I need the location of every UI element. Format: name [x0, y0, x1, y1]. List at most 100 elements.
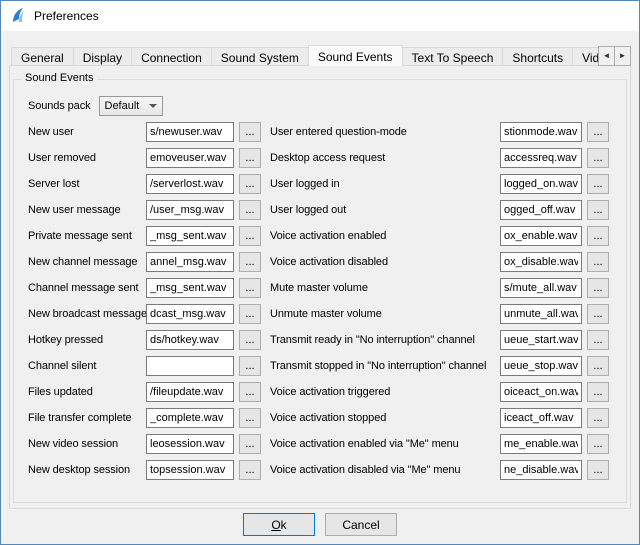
browse-button[interactable]: ...: [239, 200, 261, 220]
cancel-button[interactable]: Cancel: [325, 513, 397, 536]
browse-button[interactable]: ...: [587, 148, 609, 168]
sound-event-row: File transfer complete ... Voice activat…: [28, 408, 612, 428]
sound-file-input[interactable]: [146, 278, 234, 298]
tab-bar: GeneralDisplayConnectionSound SystemSoun…: [9, 45, 631, 66]
browse-button[interactable]: ...: [239, 252, 261, 272]
sound-file-input[interactable]: [500, 278, 582, 298]
sound-event-row: New video session ... Voice activation e…: [28, 434, 612, 454]
sound-event-row: New desktop session ... Voice activation…: [28, 460, 612, 480]
browse-button[interactable]: ...: [239, 382, 261, 402]
tab-scroll-right-button[interactable]: ►: [614, 46, 631, 66]
sound-event-label: Transmit ready in "No interruption" chan…: [270, 334, 500, 346]
browse-button[interactable]: ...: [239, 356, 261, 376]
tabs-container: GeneralDisplayConnectionSound SystemSoun…: [9, 45, 631, 66]
sound-file-input[interactable]: [146, 434, 234, 454]
sounds-pack-select[interactable]: Default: [99, 96, 163, 116]
browse-button[interactable]: ...: [239, 408, 261, 428]
sound-event-label: Voice activation disabled via "Me" menu: [270, 464, 500, 476]
sound-event-label: Unmute master volume: [270, 308, 500, 320]
sound-file-input[interactable]: [146, 122, 234, 142]
sound-file-input[interactable]: [146, 200, 234, 220]
sound-file-input[interactable]: [146, 460, 234, 480]
sound-event-row: New channel message ... Voice activation…: [28, 252, 612, 272]
browse-button[interactable]: ...: [587, 304, 609, 324]
browse-button[interactable]: ...: [239, 174, 261, 194]
sound-file-input[interactable]: [146, 226, 234, 246]
sound-file-input[interactable]: [146, 382, 234, 402]
sound-file-input[interactable]: [500, 356, 582, 376]
browse-button[interactable]: ...: [587, 434, 609, 454]
browse-button[interactable]: ...: [587, 122, 609, 142]
browse-button[interactable]: ...: [587, 330, 609, 350]
browse-button[interactable]: ...: [587, 356, 609, 376]
tab-shortcuts[interactable]: Shortcuts: [502, 47, 573, 66]
sound-event-label: New video session: [28, 438, 146, 450]
browse-button[interactable]: ...: [587, 408, 609, 428]
browse-button[interactable]: ...: [239, 460, 261, 480]
sound-file-input[interactable]: [500, 200, 582, 220]
sound-file-input[interactable]: [500, 434, 582, 454]
tab-display[interactable]: Display: [73, 47, 132, 66]
sound-file-input[interactable]: [146, 252, 234, 272]
sound-file-input[interactable]: [500, 304, 582, 324]
browse-button[interactable]: ...: [239, 122, 261, 142]
browse-button[interactable]: ...: [587, 200, 609, 220]
titlebar: Preferences: [1, 1, 639, 31]
tab-sound-events[interactable]: Sound Events: [308, 45, 403, 66]
browse-button[interactable]: ...: [239, 434, 261, 454]
sound-file-input[interactable]: [146, 330, 234, 350]
sound-file-input[interactable]: [146, 304, 234, 324]
sound-event-row: Private message sent ... Voice activatio…: [28, 226, 612, 246]
sound-event-label: New channel message: [28, 256, 146, 268]
browse-button[interactable]: ...: [239, 226, 261, 246]
sound-event-label: Transmit stopped in "No interruption" ch…: [270, 360, 500, 372]
sound-event-label: New broadcast message: [28, 308, 146, 320]
sound-event-label: Voice activation disabled: [270, 256, 500, 268]
sound-file-input[interactable]: [146, 174, 234, 194]
tab-scroll-left-button[interactable]: ◄: [598, 46, 615, 66]
sound-file-input[interactable]: [500, 382, 582, 402]
browse-button[interactable]: ...: [587, 252, 609, 272]
browse-button[interactable]: ...: [587, 278, 609, 298]
browse-button[interactable]: ...: [587, 174, 609, 194]
sound-file-input[interactable]: [146, 148, 234, 168]
sound-event-row: Server lost ... User logged in ...: [28, 174, 612, 194]
browse-button[interactable]: ...: [239, 148, 261, 168]
sound-event-label: New user: [28, 126, 146, 138]
app-logo-icon: [10, 7, 26, 26]
sound-event-label: Server lost: [28, 178, 146, 190]
sound-event-row: Files updated ... Voice activation trigg…: [28, 382, 612, 402]
sound-event-label: Voice activation stopped: [270, 412, 500, 424]
sound-file-input[interactable]: [500, 408, 582, 428]
chevron-down-icon: [149, 104, 157, 108]
sound-file-input[interactable]: [146, 356, 234, 376]
sound-event-label: User logged out: [270, 204, 500, 216]
sound-event-label: Files updated: [28, 386, 146, 398]
tab-general[interactable]: General: [11, 47, 74, 66]
sound-event-label: Voice activation triggered: [270, 386, 500, 398]
browse-button[interactable]: ...: [239, 304, 261, 324]
tab-connection[interactable]: Connection: [131, 47, 212, 66]
sound-file-input[interactable]: [500, 148, 582, 168]
sound-event-label: Channel message sent: [28, 282, 146, 294]
sound-file-input[interactable]: [146, 408, 234, 428]
sound-event-row: New user message ... User logged out ...: [28, 200, 612, 220]
groupbox-title: Sound Events: [22, 72, 97, 84]
browse-button[interactable]: ...: [587, 226, 609, 246]
tab-sound-system[interactable]: Sound System: [211, 47, 309, 66]
ok-button[interactable]: Ok: [243, 513, 315, 536]
browse-button[interactable]: ...: [239, 330, 261, 350]
sound-file-input[interactable]: [500, 226, 582, 246]
sound-file-input[interactable]: [500, 460, 582, 480]
sound-event-label: Desktop access request: [270, 152, 500, 164]
tab-text-to-speech[interactable]: Text To Speech: [402, 47, 504, 66]
tab-scroller: ◄ ►: [598, 46, 631, 66]
sound-file-input[interactable]: [500, 122, 582, 142]
sound-event-label: Mute master volume: [270, 282, 500, 294]
browse-button[interactable]: ...: [587, 460, 609, 480]
sound-file-input[interactable]: [500, 252, 582, 272]
sound-file-input[interactable]: [500, 330, 582, 350]
browse-button[interactable]: ...: [587, 382, 609, 402]
browse-button[interactable]: ...: [239, 278, 261, 298]
sound-file-input[interactable]: [500, 174, 582, 194]
